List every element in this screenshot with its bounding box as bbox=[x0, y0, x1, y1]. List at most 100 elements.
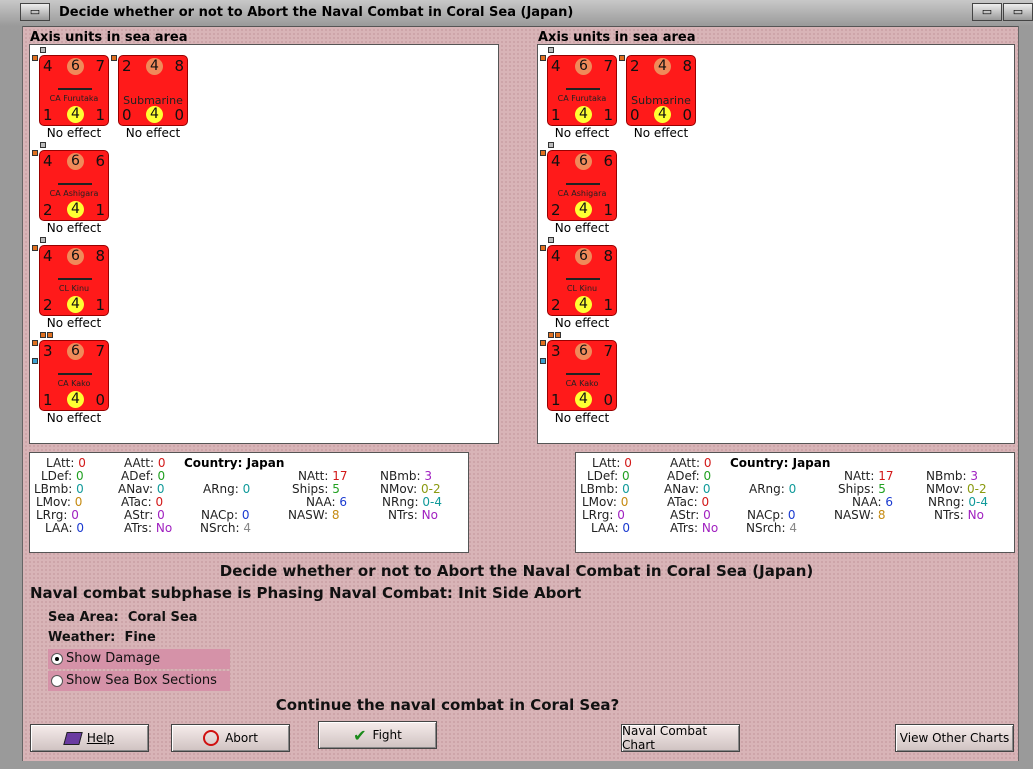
book-icon bbox=[63, 731, 83, 745]
counter-value: 6 bbox=[575, 153, 592, 170]
unit-counter-ca-kako[interactable]: 3 6 7 CA Kako 1 4 0 bbox=[39, 340, 109, 411]
stat-latt: LAtt: 0 bbox=[592, 456, 632, 470]
counter-value: 2 bbox=[43, 201, 53, 219]
stat-nmov: NMov: 0-2 bbox=[380, 482, 441, 496]
stat-arng: ARng: 0 bbox=[749, 482, 797, 496]
stat-arng: ARng: 0 bbox=[203, 482, 251, 496]
stat-ldef: LDef: 0 bbox=[41, 469, 84, 483]
weather-line: Weather: Fine bbox=[48, 630, 156, 645]
counter-value: 2 bbox=[43, 296, 53, 314]
unit-name: CA Furutaka bbox=[49, 94, 99, 103]
unit-counter-ca-kako[interactable]: 3 6 7 CA Kako 1 4 0 bbox=[547, 340, 617, 411]
counter-value: 1 bbox=[603, 201, 613, 219]
unit-marker bbox=[555, 332, 561, 338]
counter-value: 1 bbox=[551, 106, 561, 124]
unit-marker bbox=[548, 142, 554, 148]
unit-marker bbox=[32, 55, 38, 61]
counter-value: 6 bbox=[575, 343, 592, 360]
stat-laa: LAA: 0 bbox=[591, 521, 631, 535]
counter-value: 2 bbox=[551, 296, 561, 314]
view-other-charts-button[interactable]: View Other Charts bbox=[895, 724, 1014, 752]
fight-button[interactable]: ✔ Fight bbox=[318, 721, 437, 749]
show-damage-radio[interactable]: Show Damage bbox=[48, 649, 230, 669]
main-message: Decide whether or not to Abort the Naval… bbox=[219, 562, 814, 580]
help-button[interactable]: Help bbox=[30, 724, 149, 752]
show-sea-box-radio[interactable]: Show Sea Box Sections bbox=[48, 671, 230, 691]
unit-marker bbox=[548, 47, 554, 53]
unit-counter-submarine[interactable]: 2 4 8 Submarine 0 4 0 bbox=[626, 55, 696, 126]
counter-value: 1 bbox=[551, 391, 561, 409]
counter-value: 1 bbox=[95, 296, 105, 314]
stat-lbmb: LBmb: 0 bbox=[580, 482, 630, 496]
bottom-frame bbox=[0, 761, 1033, 769]
stat-atac: ATac: 0 bbox=[121, 495, 164, 509]
counter-value: 1 bbox=[95, 201, 105, 219]
abort-button[interactable]: Abort bbox=[171, 724, 290, 752]
stat-atac: ATac: 0 bbox=[667, 495, 710, 509]
stat-natt: NAtt: 17 bbox=[298, 469, 348, 483]
unit-effect: No effect bbox=[633, 126, 689, 140]
stat-astr: AStr: 0 bbox=[670, 508, 711, 522]
unit-counter-ca-ashigara[interactable]: 4 6 6 CA Ashigara 2 4 1 bbox=[547, 150, 617, 221]
counter-value: 6 bbox=[575, 248, 592, 265]
counter-value: 4 bbox=[146, 58, 163, 75]
stat-ntrs: NTrs: No bbox=[388, 508, 438, 522]
counter-value: 4 bbox=[654, 106, 671, 123]
counter-value: 4 bbox=[67, 106, 84, 123]
counter-value: 0 bbox=[630, 106, 640, 124]
naval-combat-chart-button[interactable]: Naval Combat Chart bbox=[621, 724, 740, 752]
counter-value: 2 bbox=[630, 57, 640, 75]
stat-nasw: NASW: 8 bbox=[288, 508, 340, 522]
counter-value: 1 bbox=[43, 106, 53, 124]
left-panel-heading: Axis units in sea area bbox=[30, 30, 188, 45]
counter-value: 0 bbox=[603, 391, 613, 409]
counter-value: 0 bbox=[95, 391, 105, 409]
counter-value: 6 bbox=[603, 152, 613, 170]
counter-value: 4 bbox=[575, 201, 592, 218]
counter-value: 4 bbox=[575, 296, 592, 313]
unit-effect: No effect bbox=[554, 221, 610, 235]
unit-name: CA Furutaka bbox=[557, 94, 607, 103]
stat-latt: LAtt: 0 bbox=[46, 456, 86, 470]
unit-marker bbox=[40, 237, 46, 243]
unit-marker bbox=[32, 340, 38, 346]
ship-icon bbox=[58, 179, 92, 185]
stat-ships: Ships: 5 bbox=[838, 482, 886, 496]
counter-value: 8 bbox=[95, 247, 105, 265]
counter-value: 6 bbox=[67, 248, 84, 265]
unit-counter-submarine[interactable]: 2 4 8 Submarine 0 4 0 bbox=[118, 55, 188, 126]
counter-value: 0 bbox=[174, 106, 184, 124]
ship-icon bbox=[58, 369, 92, 375]
window-menu-button[interactable]: ▭ bbox=[20, 3, 50, 21]
unit-marker bbox=[40, 47, 46, 53]
unit-counter-ca-furutaka[interactable]: 4 6 7 CA Furutaka 1 4 1 bbox=[39, 55, 109, 126]
right-units-panel: 4 6 7 CA Furutaka 1 4 1 No effect 2 4 8 … bbox=[537, 44, 1015, 444]
counter-value: 1 bbox=[43, 391, 53, 409]
counter-value: 6 bbox=[67, 343, 84, 360]
unit-marker bbox=[32, 150, 38, 156]
unit-marker bbox=[548, 237, 554, 243]
unit-effect: No effect bbox=[554, 126, 610, 140]
counter-value: 8 bbox=[603, 247, 613, 265]
unit-counter-cl-kinu[interactable]: 4 6 8 CL Kinu 2 4 1 bbox=[39, 245, 109, 316]
stat-lmov: LMov: 0 bbox=[36, 495, 83, 509]
title-bar: ▭ Decide whether or not to Abort the Nav… bbox=[0, 0, 1033, 27]
counter-value: 4 bbox=[67, 201, 84, 218]
unit-counter-cl-kinu[interactable]: 4 6 8 CL Kinu 2 4 1 bbox=[547, 245, 617, 316]
unit-name: CL Kinu bbox=[566, 284, 598, 293]
minimize-button[interactable]: ▭ bbox=[972, 3, 1002, 21]
subphase-message: Naval combat subphase is Phasing Naval C… bbox=[30, 584, 582, 602]
stat-nacp: NACp: 0 bbox=[201, 508, 250, 522]
unit-marker bbox=[540, 340, 546, 346]
radio-unselected-icon bbox=[51, 675, 63, 687]
unit-effect: No effect bbox=[46, 316, 102, 330]
unit-counter-ca-ashigara[interactable]: 4 6 6 CA Ashigara 2 4 1 bbox=[39, 150, 109, 221]
stat-atrs: ATrs: No bbox=[670, 521, 719, 535]
close-button[interactable]: ▭ bbox=[1003, 3, 1033, 21]
unit-name: CL Kinu bbox=[58, 284, 90, 293]
unit-name: CA Kako bbox=[565, 379, 599, 388]
stat-astr: AStr: 0 bbox=[124, 508, 165, 522]
counter-value: 4 bbox=[67, 296, 84, 313]
unit-name: CA Ashigara bbox=[49, 189, 99, 198]
unit-counter-ca-furutaka[interactable]: 4 6 7 CA Furutaka 1 4 1 bbox=[547, 55, 617, 126]
